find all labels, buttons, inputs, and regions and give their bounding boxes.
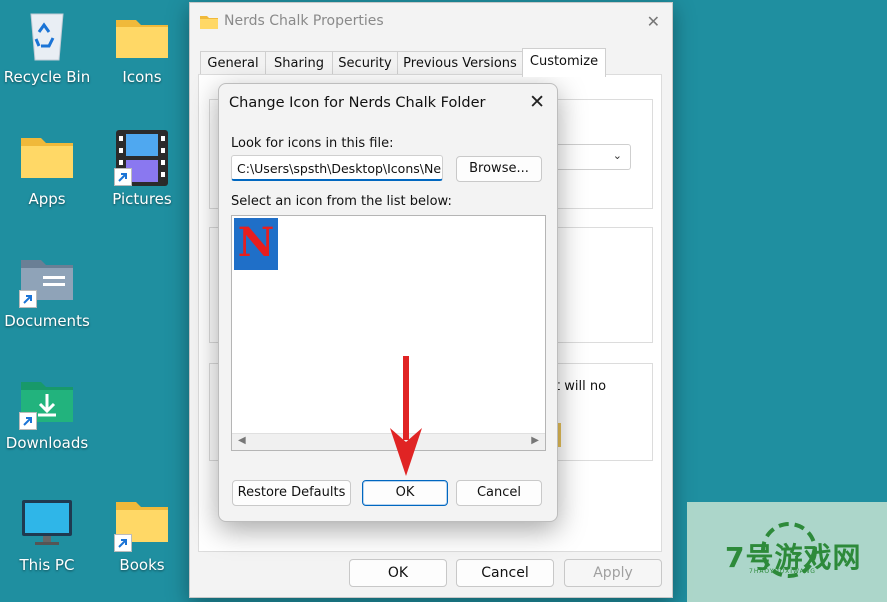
desktop-icon-label: Books xyxy=(119,556,165,574)
watermark-subtext: 7HAOYOUXIWANG xyxy=(749,568,816,575)
desktop-icon-label: Documents xyxy=(4,312,90,330)
scroll-left-icon[interactable]: ◀ xyxy=(238,435,246,446)
desktop-icon-label: Icons xyxy=(122,68,162,86)
desktop-icon-apps[interactable]: Apps xyxy=(0,130,95,208)
desktop-icon-icons[interactable]: Icons xyxy=(94,8,190,86)
desktop-icon-label: Apps xyxy=(28,190,66,208)
monitor-icon xyxy=(19,496,75,552)
tab-sharing[interactable]: Sharing xyxy=(265,51,333,76)
desktop-icon-books[interactable]: Books xyxy=(94,496,190,574)
apply-button[interactable]: Apply xyxy=(564,559,662,587)
desktop-icon-documents[interactable]: Documents xyxy=(0,252,95,330)
desktop-icon-pictures[interactable]: Pictures xyxy=(94,130,190,208)
window-title: Nerds Chalk Properties xyxy=(224,13,384,29)
icon-file-path-input[interactable]: C:\Users\spsth\Desktop\Icons\Nerds xyxy=(231,155,443,181)
icon-glyph: N xyxy=(237,219,275,266)
browse-button[interactable]: Browse... xyxy=(456,156,542,182)
film-icon xyxy=(114,130,170,186)
recycle-bin-icon xyxy=(19,8,75,64)
cancel-button[interactable]: Cancel xyxy=(456,480,542,506)
ok-button[interactable]: OK xyxy=(362,480,448,506)
ok-button[interactable]: OK xyxy=(349,559,447,587)
properties-titlebar[interactable]: Nerds Chalk Properties ✕ xyxy=(190,3,672,39)
select-icon-label: Select an icon from the list below: xyxy=(231,194,452,209)
folder-icon xyxy=(200,14,218,33)
folder-type-dropdown[interactable]: ⌄ xyxy=(555,144,631,170)
folder-icon xyxy=(114,8,170,64)
nerds-chalk-n-icon[interactable]: N xyxy=(234,218,278,270)
shortcut-arrow-icon xyxy=(19,412,37,430)
desktop-icon-label: Pictures xyxy=(112,190,172,208)
folder-icons-hint: t will no xyxy=(555,379,607,394)
tab-customize[interactable]: Customize xyxy=(522,48,606,77)
shortcut-arrow-icon xyxy=(19,290,37,308)
close-icon[interactable]: ✕ xyxy=(647,12,660,31)
downloads-folder-icon xyxy=(19,374,75,430)
tab-previous-versions[interactable]: Previous Versions xyxy=(397,51,523,76)
shortcut-arrow-icon xyxy=(114,168,132,186)
red-arrow-annotation-icon xyxy=(390,356,422,476)
desktop-icon-downloads[interactable]: Downloads xyxy=(0,374,95,452)
cancel-button[interactable]: Cancel xyxy=(456,559,554,587)
desktop-icon-recycle-bin[interactable]: Recycle Bin xyxy=(0,8,95,86)
tab-general[interactable]: General xyxy=(200,51,266,76)
shortcut-arrow-icon xyxy=(114,534,132,552)
folder-icon xyxy=(19,130,75,186)
restore-defaults-button[interactable]: Restore Defaults xyxy=(232,480,351,506)
scroll-right-icon[interactable]: ▶ xyxy=(531,435,539,446)
desktop-icon-label: This PC xyxy=(19,556,75,574)
folder-icon xyxy=(114,496,170,552)
close-icon[interactable]: ✕ xyxy=(529,91,545,113)
documents-folder-icon xyxy=(19,252,75,308)
dialog-title: Change Icon for Nerds Chalk Folder xyxy=(229,95,486,111)
watermark: 7号游戏网 7HAOYOUXIWANG xyxy=(687,502,887,602)
chevron-down-icon: ⌄ xyxy=(612,149,622,162)
tab-security[interactable]: Security xyxy=(332,51,398,76)
desktop-icon-label: Recycle Bin xyxy=(3,68,91,86)
look-for-label: Look for icons in this file: xyxy=(231,136,394,151)
desktop-icon-label: Downloads xyxy=(5,434,89,452)
desktop-icon-this-pc[interactable]: This PC xyxy=(0,496,95,574)
